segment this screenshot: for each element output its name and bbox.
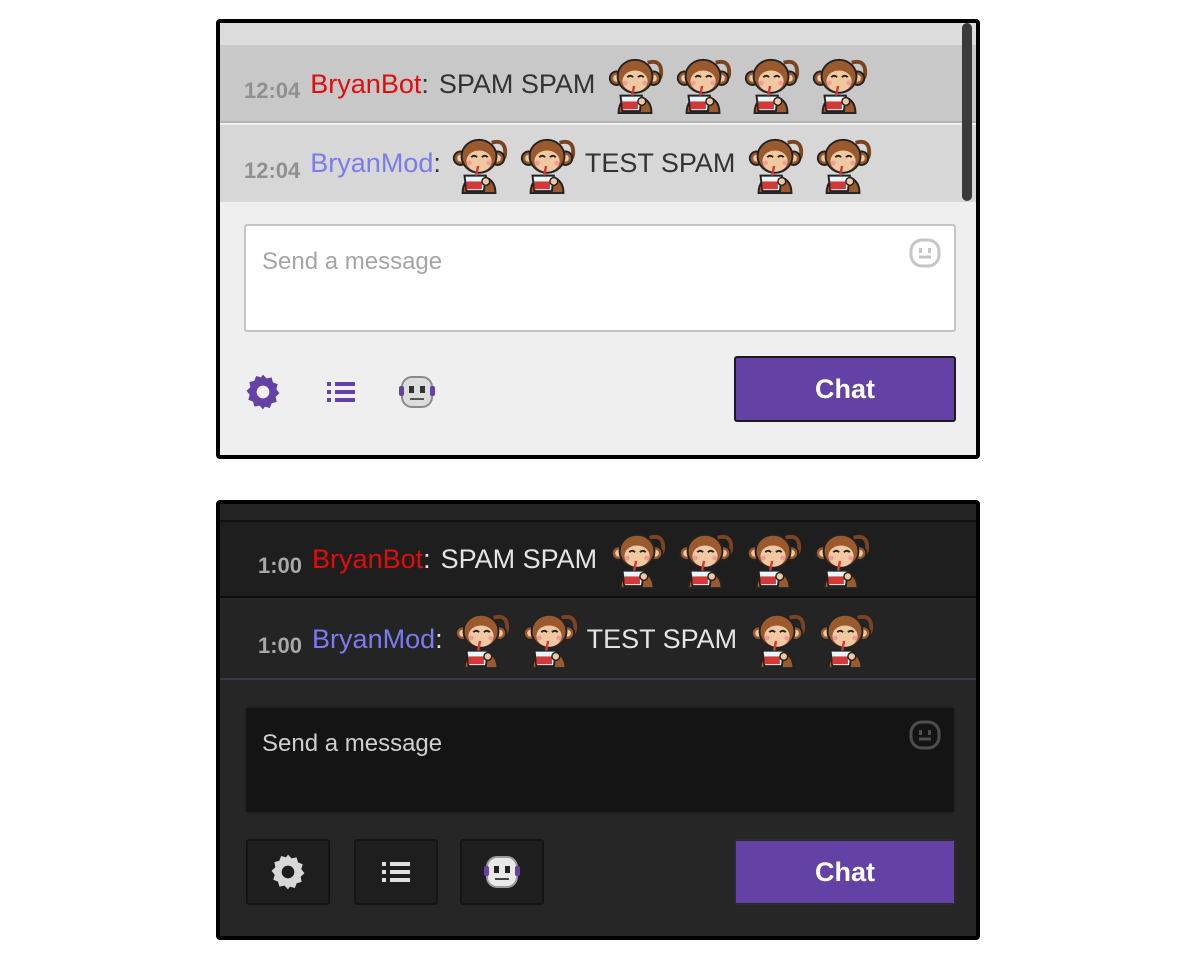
robot-mod-button[interactable] [460, 839, 544, 905]
message-colon: : [421, 68, 429, 99]
previous-message-strip [220, 23, 976, 47]
emote-picker-icon[interactable] [908, 236, 942, 270]
input-placeholder: Send a message [262, 730, 443, 757]
settings-button[interactable] [240, 369, 286, 415]
message-username[interactable]: BryanBot [310, 69, 421, 100]
message-username[interactable]: BryanMod [312, 624, 435, 655]
robot-icon [399, 376, 435, 408]
message-text: TEST SPAM [584, 148, 736, 178]
chat-scrollbar[interactable] [962, 23, 972, 201]
chat-message: 1:00 BryanMod : TEST SPAM [220, 600, 976, 680]
chat-message-input[interactable]: Send a message [244, 224, 956, 332]
viewer-list-button[interactable] [318, 369, 364, 415]
monkey-emote-icon [451, 608, 513, 670]
settings-button[interactable] [246, 839, 330, 905]
chat-panel-light: 12:04 BryanBot : SPAM SPAM 12:04 BryanMo… [216, 19, 980, 459]
monkey-emote-icon [607, 528, 669, 590]
chat-send-button[interactable]: Chat [734, 356, 956, 422]
message-timestamp: 12:04 [244, 78, 301, 103]
gear-icon [271, 854, 305, 890]
previous-message-strip [220, 504, 976, 522]
chat-send-button[interactable]: Chat [734, 839, 956, 905]
message-timestamp: 1:00 [258, 553, 303, 578]
viewer-list-button[interactable] [354, 839, 438, 905]
emote-picker-icon[interactable] [908, 718, 942, 752]
chat-message: 12:04 BryanBot : SPAM SPAM [220, 47, 976, 123]
message-timestamp: 12:04 [244, 157, 301, 183]
input-placeholder: Send a message [262, 248, 443, 275]
monkey-emote-icon [743, 528, 805, 590]
monkey-emote-icon [517, 133, 579, 195]
message-username[interactable]: BryanMod [310, 148, 433, 179]
message-text: TEST SPAM [586, 623, 738, 654]
message-timestamp: 1:00 [258, 633, 303, 658]
list-icon [327, 382, 355, 402]
monkey-emote-icon [675, 528, 737, 590]
message-colon: : [433, 148, 441, 178]
monkey-emote-icon [519, 608, 581, 670]
chat-message: 1:00 BryanBot : SPAM SPAM [220, 522, 976, 598]
monkey-emote-icon [605, 53, 667, 115]
chat-message: 12:04 BryanMod : TEST SPAM [220, 125, 976, 202]
message-text: SPAM SPAM [440, 543, 598, 574]
monkey-emote-icon [811, 528, 873, 590]
monkey-emote-icon [449, 133, 511, 195]
chat-panel-dark: 1:00 BryanBot : SPAM SPAM 1:00 BryanMod … [216, 500, 980, 940]
monkey-emote-icon [815, 608, 877, 670]
message-colon: : [435, 623, 443, 654]
monkey-emote-icon [813, 133, 875, 195]
message-text: SPAM SPAM [438, 68, 596, 99]
monkey-emote-icon [745, 133, 807, 195]
list-icon [382, 862, 410, 882]
gear-icon [246, 374, 280, 410]
monkey-emote-icon [741, 53, 803, 115]
message-username[interactable]: BryanBot [312, 544, 423, 575]
monkey-emote-icon [809, 53, 871, 115]
monkey-emote-icon [747, 608, 809, 670]
monkey-emote-icon [673, 53, 735, 115]
robot-mod-button[interactable] [394, 369, 440, 415]
message-colon: : [423, 543, 431, 574]
robot-icon [484, 856, 520, 888]
chat-message-input[interactable]: Send a message [244, 706, 956, 814]
